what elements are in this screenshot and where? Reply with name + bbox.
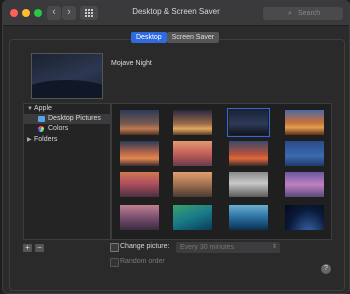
change-picture-checkbox[interactable] (110, 243, 119, 252)
change-picture-label: Change picture: (120, 243, 170, 250)
wallpaper-thumbnail[interactable] (229, 141, 268, 166)
folder-icon (38, 116, 45, 122)
wallpaper-thumbnail[interactable] (173, 172, 212, 197)
wallpaper-thumbnail[interactable] (120, 205, 159, 230)
tab-screen-saver[interactable]: Screen Saver (166, 32, 220, 43)
sidebar-item-label: Colors (48, 125, 69, 132)
system-preferences-window: ‹ › Desktop & Screen Saver ⌕ Search Desk… (2, 0, 350, 294)
random-order-label: Random order (120, 258, 165, 265)
sidebar-item-label: Desktop Pictures (48, 115, 101, 122)
title-bar: ‹ › Desktop & Screen Saver ⌕ Search (3, 1, 349, 26)
wallpaper-thumbnail[interactable] (285, 110, 324, 135)
wallpaper-thumbnail[interactable] (173, 141, 212, 166)
remove-folder-button[interactable]: − (35, 244, 44, 252)
sidebar-item-desktop-pictures[interactable]: Desktop Pictures (24, 114, 110, 124)
segmented-tabs: Desktop Screen Saver (131, 32, 220, 43)
sidebar: ▼ Apple Desktop Pictures Colors ▶ Folder… (23, 103, 111, 240)
wallpaper-thumbnail[interactable] (285, 141, 324, 166)
current-wallpaper-preview (31, 53, 103, 99)
wallpaper-grid (111, 103, 332, 240)
disclosure-closed-icon: ▶ (27, 137, 32, 143)
search-placeholder: Search (298, 10, 321, 17)
wallpaper-thumbnail[interactable] (229, 205, 268, 230)
wallpaper-thumbnail[interactable] (285, 205, 324, 230)
wallpaper-thumbnail[interactable] (229, 172, 268, 197)
sidebar-section-folders[interactable]: ▶ Folders (24, 135, 110, 145)
wallpaper-thumbnail-mojave-night[interactable] (227, 108, 270, 137)
chevron-updown-icon: ⇕ (271, 244, 277, 250)
wallpaper-thumbnail[interactable] (285, 172, 324, 197)
search-input[interactable]: ⌕ Search (263, 7, 343, 20)
change-interval-value: Every 30 minutes (180, 244, 235, 251)
sidebar-section-apple[interactable]: ▼ Apple (24, 104, 110, 114)
wallpaper-thumbnail[interactable] (173, 110, 212, 135)
search-icon: ⌕ (288, 10, 292, 17)
disclosure-open-icon: ▼ (27, 106, 33, 112)
change-interval-select[interactable]: Every 30 minutes ⇕ (176, 242, 280, 253)
wallpaper-thumbnail[interactable] (120, 141, 159, 166)
tab-desktop[interactable]: Desktop (131, 32, 167, 43)
color-wheel-icon (38, 126, 44, 132)
wallpaper-name: Mojave Night (111, 60, 152, 67)
sidebar-section-label: Folders (34, 136, 58, 143)
add-folder-button[interactable]: + (23, 244, 32, 252)
help-button[interactable]: ? (321, 264, 331, 274)
sidebar-item-colors[interactable]: Colors (24, 124, 110, 134)
wallpaper-thumbnail[interactable] (173, 205, 212, 230)
random-order-checkbox[interactable] (110, 258, 119, 267)
wallpaper-thumbnail[interactable] (120, 110, 159, 135)
sidebar-section-label: Apple (34, 105, 52, 112)
wallpaper-thumbnail[interactable] (120, 172, 159, 197)
